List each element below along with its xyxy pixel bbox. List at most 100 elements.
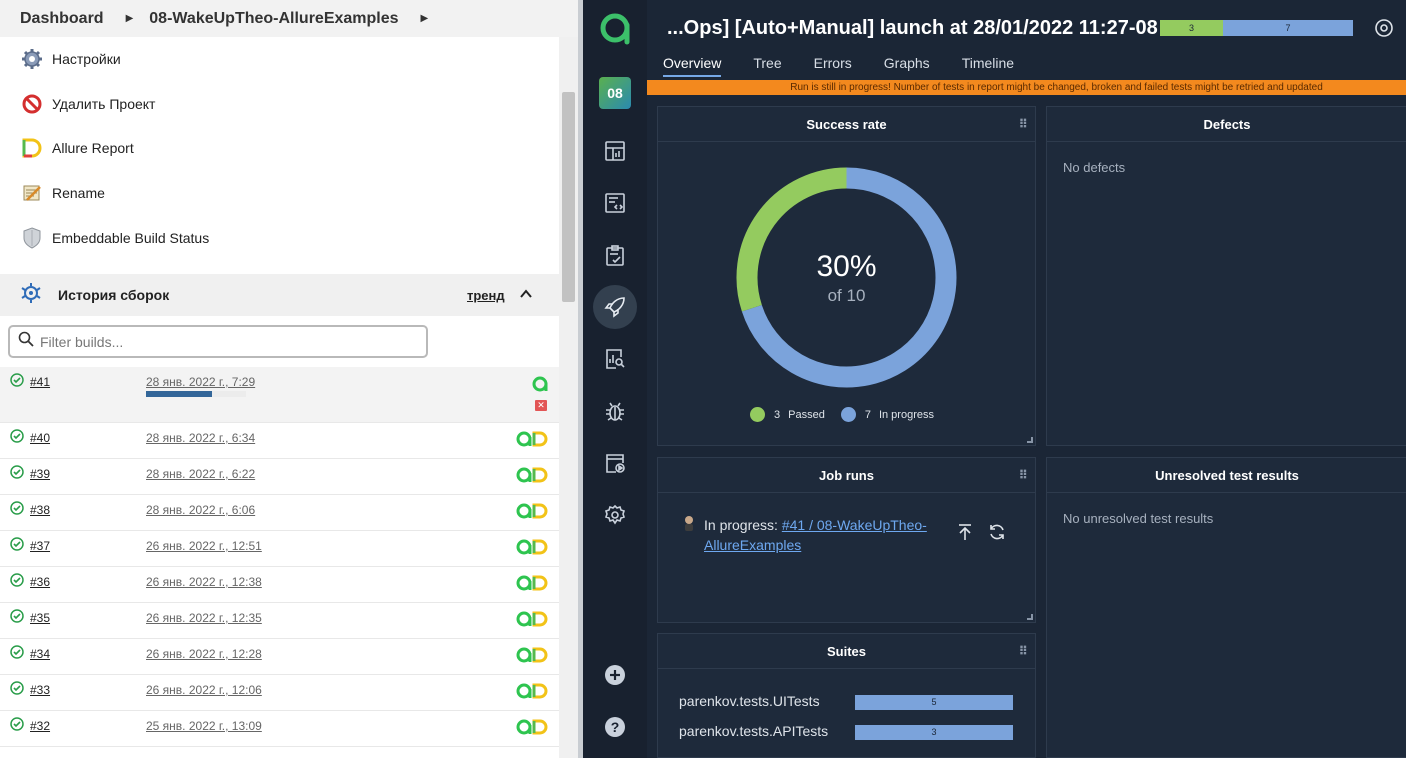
build-date-link[interactable]: 25 янв. 2022 г., 13:09 xyxy=(146,719,262,733)
legend-item-in-progress[interactable]: 7 In progress xyxy=(840,407,934,422)
breadcrumb-dashboard[interactable]: Dashboard xyxy=(20,10,104,28)
launch-tabs: Overview Tree Errors Graphs Timeline xyxy=(663,53,1046,77)
menu-item-allure-report[interactable]: Allure Report xyxy=(0,126,578,171)
allure-report-badge-icon[interactable] xyxy=(516,683,548,704)
shield-icon xyxy=(20,226,44,250)
scrollbar-thumb[interactable] xyxy=(562,92,575,302)
drag-handle-icon[interactable]: ⠿ xyxy=(1019,458,1028,493)
add-circle-icon[interactable] xyxy=(593,653,637,697)
build-date-link[interactable]: 26 янв. 2022 г., 12:38 xyxy=(146,575,262,589)
widget-title: Unresolved test results xyxy=(1047,458,1406,493)
collapse-chevron-up-icon[interactable] xyxy=(519,287,533,306)
drag-handle-icon[interactable]: ⠿ xyxy=(1019,634,1028,669)
tab-timeline[interactable]: Timeline xyxy=(962,53,1014,77)
build-date-link[interactable]: 28 янв. 2022 г., 6:22 xyxy=(146,467,255,481)
allure-report-badge-icon[interactable] xyxy=(516,611,548,632)
stop-build-icon[interactable]: ✕ xyxy=(535,400,547,411)
dashboard-icon[interactable] xyxy=(593,129,637,173)
build-date-link[interactable]: 26 янв. 2022 г., 12:51 xyxy=(146,539,262,553)
build-date-link[interactable]: 26 янв. 2022 г., 12:06 xyxy=(146,683,262,697)
build-number-link[interactable]: #32 xyxy=(30,719,50,733)
job-runs-widget: Job runs ⠿ In progress: #41 / 08-WakeUpT… xyxy=(657,457,1036,623)
allure-testops-panel: 08 ? ...Ops] [Auto+Manual] launch at 28/… xyxy=(583,0,1406,758)
test-cases-icon[interactable] xyxy=(593,181,637,225)
build-number-link[interactable]: #34 xyxy=(30,647,50,661)
jobs-play-icon[interactable] xyxy=(593,441,637,485)
tab-overview[interactable]: Overview xyxy=(663,53,722,77)
build-number-link[interactable]: #41 xyxy=(30,375,50,389)
tab-tree[interactable]: Tree xyxy=(753,53,781,77)
build-row: #40 28 янв. 2022 г., 6:34 xyxy=(0,423,559,459)
resize-handle-icon[interactable] xyxy=(1027,614,1033,620)
allure-testops-icon[interactable] xyxy=(532,376,548,397)
legend-item-passed[interactable]: 3 Passed xyxy=(750,407,825,422)
settings-gear-icon[interactable] xyxy=(593,493,637,537)
allure-report-badge-icon[interactable] xyxy=(516,539,548,560)
gear-icon xyxy=(20,47,44,71)
build-date-link[interactable]: 26 янв. 2022 г., 12:28 xyxy=(146,647,262,661)
drag-handle-icon[interactable]: ⠿ xyxy=(1019,107,1028,142)
breadcrumb-separator-icon[interactable]: ▶ xyxy=(421,13,429,24)
build-date-link[interactable]: 26 янв. 2022 г., 12:35 xyxy=(146,611,262,625)
build-date-link[interactable]: 28 янв. 2022 г., 7:29 xyxy=(146,375,255,389)
build-number-link[interactable]: #35 xyxy=(30,611,50,625)
upload-icon[interactable] xyxy=(956,523,974,546)
success-check-icon xyxy=(10,537,24,556)
build-date-link[interactable]: 28 янв. 2022 г., 6:06 xyxy=(146,503,255,517)
allure-report-badge-icon[interactable] xyxy=(516,431,548,452)
breadcrumb-separator-icon[interactable]: ▶ xyxy=(126,13,134,24)
launch-title: ...Ops] [Auto+Manual] launch at 28/01/20… xyxy=(667,17,1158,39)
launch-options-icon[interactable] xyxy=(1374,18,1394,43)
in-progress-warning-banner: Run is still in progress! Number of test… xyxy=(647,80,1406,95)
analytics-search-icon[interactable] xyxy=(593,337,637,381)
suite-row[interactable]: parenkov.tests.UITests 5 xyxy=(679,693,1019,710)
build-number-link[interactable]: #33 xyxy=(30,683,50,697)
svg-text:?: ? xyxy=(611,719,620,735)
passed-segment: 3 xyxy=(1160,20,1223,36)
build-row: #35 26 янв. 2022 г., 12:35 xyxy=(0,603,559,639)
breadcrumb: Dashboard ▶ 08-WakeUpTheo-AllureExamples… xyxy=(0,0,578,37)
build-number-link[interactable]: #37 xyxy=(30,539,50,553)
build-number-link[interactable]: #38 xyxy=(30,503,50,517)
suite-name: parenkov.tests.UITests xyxy=(679,693,820,709)
jenkins-butler-icon xyxy=(682,515,696,555)
tab-graphs[interactable]: Graphs xyxy=(884,53,930,77)
build-number-link[interactable]: #40 xyxy=(30,431,50,445)
jenkins-panel: Dashboard ▶ 08-WakeUpTheo-AllureExamples… xyxy=(0,0,578,758)
breadcrumb-project[interactable]: 08-WakeUpTheo-AllureExamples xyxy=(149,10,398,28)
help-icon[interactable]: ? xyxy=(593,705,637,749)
build-date-link[interactable]: 28 янв. 2022 г., 6:34 xyxy=(146,431,255,445)
refresh-icon[interactable] xyxy=(988,523,1006,546)
defects-bug-icon[interactable] xyxy=(593,389,637,433)
job-run-status: In progress: xyxy=(704,517,778,533)
build-row: #34 26 янв. 2022 г., 12:28 xyxy=(0,639,559,675)
allure-report-badge-icon[interactable] xyxy=(516,719,548,740)
menu-item-embeddable-build-status[interactable]: Embeddable Build Status xyxy=(0,215,578,260)
launches-rocket-icon[interactable] xyxy=(593,285,637,329)
allure-logo-icon[interactable] xyxy=(593,6,637,50)
test-plans-icon[interactable] xyxy=(593,233,637,277)
page-scrollbar[interactable] xyxy=(559,37,578,758)
project-badge[interactable]: 08 xyxy=(599,77,631,109)
filter-builds-input[interactable] xyxy=(40,333,400,350)
filter-builds-field[interactable] xyxy=(8,325,428,358)
allure-report-badge-icon[interactable] xyxy=(516,575,548,596)
build-number-link[interactable]: #39 xyxy=(30,467,50,481)
suite-row[interactable]: parenkov.tests.APITests 3 xyxy=(679,723,1019,740)
tab-errors[interactable]: Errors xyxy=(814,53,852,77)
allure-report-badge-icon[interactable] xyxy=(516,467,548,488)
build-number-link[interactable]: #36 xyxy=(30,575,50,589)
build-row: #36 26 янв. 2022 г., 12:38 xyxy=(0,567,559,603)
resize-handle-icon[interactable] xyxy=(1027,437,1033,443)
allure-report-badge-icon[interactable] xyxy=(516,647,548,668)
donut-legend: 3 Passed 7 In progress xyxy=(750,407,950,422)
menu-item-rename[interactable]: Rename xyxy=(0,171,578,216)
widget-title: Job runs ⠿ xyxy=(658,458,1035,493)
trend-link[interactable]: тренд xyxy=(467,288,505,303)
build-row: #41 28 янв. 2022 г., 7:29 ✕ xyxy=(0,367,559,423)
success-total: of 10 xyxy=(827,285,866,305)
allure-report-badge-icon[interactable] xyxy=(516,503,548,524)
menu-item-label: Удалить Проект xyxy=(52,95,156,112)
menu-item-delete-project[interactable]: Удалить Проект xyxy=(0,82,578,127)
menu-item-settings[interactable]: Настройки xyxy=(0,37,578,82)
